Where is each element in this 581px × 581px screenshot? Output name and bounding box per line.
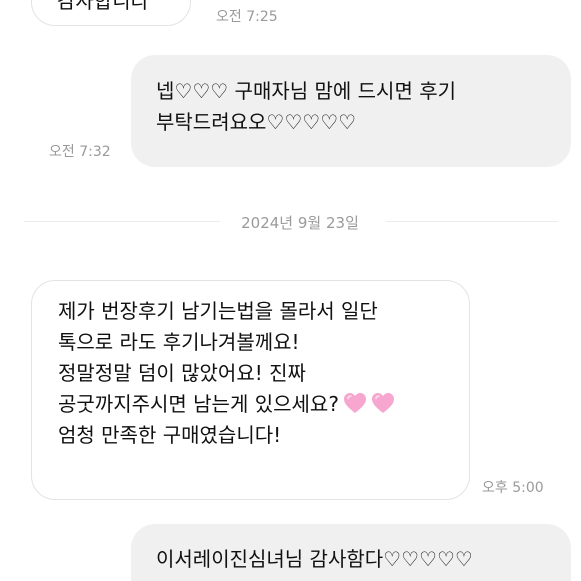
pink-heart-icon [343, 392, 367, 414]
message-line: 이서레이진심녀님 감사함다♡♡♡♡♡ [156, 547, 473, 571]
message-line: 엄청 만족한 구매였습니다! [58, 423, 282, 447]
message-line: 정말정말 덤이 많았어요! 진짜 [58, 361, 306, 385]
message-timestamp: 오전 7:25 [216, 9, 278, 25]
outgoing-message-bubble[interactable]: 이서레이진심녀님 감사함다♡♡♡♡♡ [131, 524, 571, 581]
incoming-message-bubble[interactable]: 감사합니다 [31, 0, 191, 26]
message-line-with-emoji: 공굿까지주시면 남는게 있으세요? [58, 389, 449, 420]
message-line: 톡으로 라도 후기나겨볼께요! [58, 330, 300, 354]
pink-heart-icon [371, 392, 395, 414]
outgoing-message-bubble[interactable]: 넵♡♡♡ 구매자님 맘에 드시면 후기 부탁드려요오♡♡♡♡♡ [131, 55, 571, 167]
message-line: 넵♡♡♡ 구매자님 맘에 드시면 후기 [156, 79, 457, 103]
chat-thread[interactable]: 감사합니다 오전 7:25 오전 7:32 넵♡♡♡ 구매자님 맘에 드시면 후… [0, 0, 581, 581]
date-separator: 2024년 9월 23일 [0, 207, 581, 237]
incoming-message-bubble[interactable]: 제가 번장후기 남기는법을 몰라서 일단 톡으로 라도 후기나겨볼께요! 정말정… [31, 280, 470, 500]
message-timestamp: 오전 7:32 [49, 144, 111, 160]
message-timestamp: 오후 5:00 [482, 480, 544, 496]
message-line: 공굿까지주시면 남는게 있으세요? [58, 392, 339, 416]
divider [386, 221, 558, 222]
message-text: 감사합니다 [57, 0, 149, 13]
message-line: 제가 번장후기 남기는법을 몰라서 일단 [58, 299, 378, 323]
date-label: 2024년 9월 23일 [241, 214, 359, 232]
message-line: 부탁드려요오♡♡♡♡♡ [156, 110, 357, 134]
